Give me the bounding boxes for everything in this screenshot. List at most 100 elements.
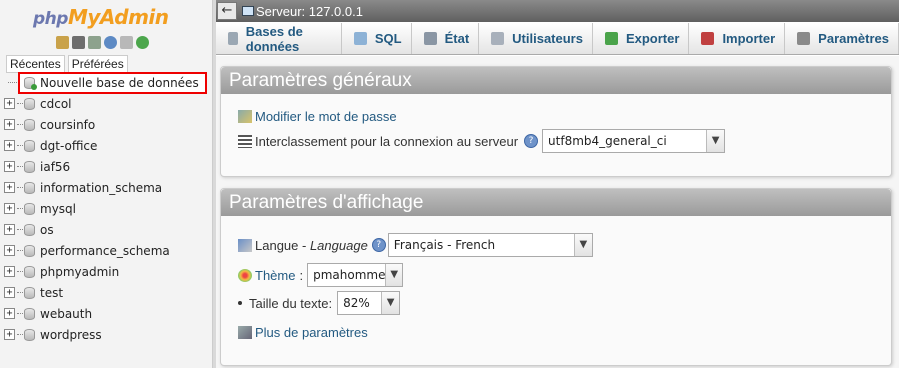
tab-favorites[interactable]: Préférées	[67, 55, 128, 73]
database-icon	[24, 244, 35, 257]
tree-row-database[interactable]: + cdcol	[4, 93, 209, 114]
database-name[interactable]: iaf56	[40, 160, 70, 174]
tree-row-database[interactable]: + iaf56	[4, 156, 209, 177]
font-size-value: 82%	[343, 296, 370, 310]
collation-select[interactable]: utf8mb4_general_ci ▼	[542, 129, 726, 153]
tree-row-database[interactable]: + webauth	[4, 303, 209, 324]
database-name[interactable]: phpmyadmin	[40, 265, 119, 279]
import-icon	[701, 32, 715, 45]
tab-import[interactable]: Importer	[689, 23, 786, 54]
tab-sql[interactable]: SQL	[342, 23, 412, 54]
tree-line	[17, 271, 23, 272]
database-icon	[24, 202, 35, 215]
database-tree: Nouvelle base de données + cdcol + coursinf…	[4, 71, 209, 345]
change-password-link[interactable]: Modifier le mot de passe	[255, 109, 397, 124]
database-name[interactable]: cdcol	[40, 97, 72, 111]
change-password-row: Modifier le mot de passe	[238, 109, 397, 124]
query-window-icon[interactable]	[88, 36, 101, 49]
expand-icon[interactable]: +	[4, 245, 15, 256]
font-size-select[interactable]: 82% ▼	[337, 291, 401, 315]
database-icon	[228, 32, 238, 45]
theme-select[interactable]: pmahomme ▼	[307, 263, 404, 287]
home-icon[interactable]	[56, 36, 69, 49]
breadcrumb-server[interactable]: Serveur: 127.0.0.1	[256, 4, 363, 19]
database-name[interactable]: dgt-office	[40, 139, 97, 153]
tab-users[interactable]: Utilisateurs	[479, 23, 593, 54]
tree-row-database[interactable]: + os	[4, 219, 209, 240]
display-settings-title: Paramètres d'affichage	[221, 189, 891, 216]
collapse-nav-button[interactable]: ←	[217, 2, 237, 20]
expand-icon[interactable]: +	[4, 182, 15, 193]
database-name[interactable]: test	[40, 286, 63, 300]
database-icon	[24, 307, 35, 320]
tree-row-database[interactable]: + information_schema	[4, 177, 209, 198]
tab-recent[interactable]: Récentes	[6, 55, 65, 73]
chevron-down-icon: ▼	[573, 234, 592, 256]
collation-row: Interclassement pour la connexion au ser…	[238, 129, 726, 153]
expand-icon[interactable]: +	[4, 140, 15, 151]
server-icon	[242, 6, 254, 16]
database-name[interactable]: wordpress	[40, 328, 102, 342]
nav-tabs: Récentes Préférées	[6, 55, 128, 73]
expand-icon[interactable]: +	[4, 266, 15, 277]
tree-line	[17, 292, 23, 293]
tree-row-database[interactable]: + phpmyadmin	[4, 261, 209, 282]
database-name[interactable]: mysql	[40, 202, 76, 216]
logo-admin: Admin	[99, 5, 169, 29]
list-icon	[238, 134, 252, 148]
expand-icon[interactable]: +	[4, 203, 15, 214]
language-row: Langue - Language ? Français - French ▼	[238, 233, 593, 257]
expand-icon[interactable]: +	[4, 161, 15, 172]
tree-row-database[interactable]: + wordpress	[4, 324, 209, 345]
tree-line	[17, 208, 23, 209]
tree-row-database[interactable]: + coursinfo	[4, 114, 209, 135]
language-label: Langue -	[255, 237, 307, 253]
reload-icon[interactable]	[136, 36, 149, 49]
display-settings-panel: Paramètres d'affichage Langue - Language…	[220, 188, 892, 366]
tab-settings[interactable]: Paramètres	[785, 23, 899, 54]
settings-icon	[797, 32, 811, 45]
tree-row-database[interactable]: + mysql	[4, 198, 209, 219]
expand-icon[interactable]: +	[4, 287, 15, 298]
language-label-en: Language	[309, 237, 368, 253]
tab-status[interactable]: État	[412, 23, 480, 54]
help-icon[interactable]: ?	[371, 238, 386, 252]
sql-docs-icon[interactable]	[120, 36, 133, 49]
sql-icon	[353, 32, 367, 45]
general-settings-panel: Paramètres généraux Modifier le mot de p…	[220, 66, 892, 177]
collation-label: Interclassement pour la connexion au ser…	[255, 133, 519, 149]
tree-row-database[interactable]: + performance_schema	[4, 240, 209, 261]
tab-label: SQL	[374, 31, 402, 46]
database-name[interactable]: coursinfo	[40, 118, 95, 132]
expand-icon[interactable]: +	[4, 98, 15, 109]
chevron-down-icon: ▼	[706, 130, 725, 152]
database-icon	[24, 181, 35, 194]
tree-row-database[interactable]: + test	[4, 282, 209, 303]
export-icon	[604, 32, 618, 45]
tab-label: Exporter	[625, 31, 680, 46]
nav-icon-bar	[56, 36, 149, 49]
docs-icon[interactable]	[104, 36, 117, 49]
theme-link[interactable]: Thème	[255, 268, 295, 283]
tab-database[interactable]: Bases de données	[216, 23, 342, 54]
tree-row-database[interactable]: + dgt-office	[4, 135, 209, 156]
language-icon	[238, 238, 252, 252]
expand-icon[interactable]: +	[4, 119, 15, 130]
database-name[interactable]: performance_schema	[40, 244, 170, 258]
database-name[interactable]: information_schema	[40, 181, 162, 195]
exit-icon[interactable]	[72, 36, 85, 49]
language-select[interactable]: Français - French ▼	[387, 233, 593, 257]
database-name[interactable]: webauth	[40, 307, 92, 321]
expand-icon[interactable]: +	[4, 224, 15, 235]
tab-export[interactable]: Exporter	[593, 23, 690, 54]
tab-label: Paramètres	[818, 31, 889, 46]
new-database-link[interactable]: Nouvelle base de données	[18, 71, 207, 94]
more-settings-link[interactable]: Plus de paramètres	[255, 325, 368, 340]
phpmyadmin-logo[interactable]: phpMyAdmin	[33, 5, 169, 29]
database-name[interactable]: os	[40, 223, 54, 237]
expand-icon[interactable]: +	[4, 329, 15, 340]
database-icon	[24, 265, 35, 278]
help-icon[interactable]: ?	[524, 134, 539, 148]
new-database-icon	[24, 76, 37, 90]
expand-icon[interactable]: +	[4, 308, 15, 319]
